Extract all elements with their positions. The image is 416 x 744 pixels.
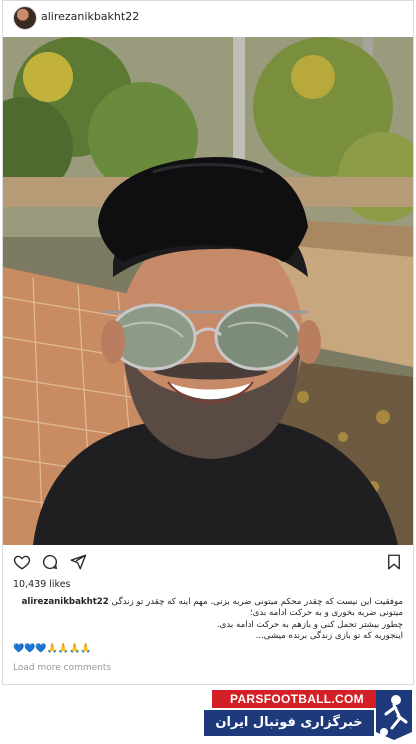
caption-username[interactable]: alirezanikbakht22	[22, 597, 109, 607]
send-icon[interactable]	[69, 553, 87, 571]
parsfootball-watermark: PARSFOOTBALL.COM خبرگزاری فوتبال ایران	[204, 688, 416, 744]
caption-emojis: 💙💙💙🙏🙏🙏🙏	[13, 644, 92, 654]
caption-line: چطور بیشتر تحمل کنی و بازهم به حرکت ادام…	[216, 619, 403, 630]
caption-line: موفقیت این نیست که چقدر محکم میتونی ضربه…	[11, 597, 403, 608]
watermark-site: PARSFOOTBALL.COM	[212, 690, 382, 708]
post-username[interactable]: alirezanikbakht22	[41, 10, 139, 23]
footballer-logo-icon	[376, 690, 412, 740]
caption-line: میتونی ضربه بخوری و به حرکت ادامه بدی؛	[249, 608, 403, 619]
heart-icon[interactable]	[13, 553, 31, 571]
like-count[interactable]: 10,439 likes	[13, 579, 71, 590]
post-photo[interactable]	[3, 37, 413, 545]
instagram-post: alirezanikbakht22 10,439 likes موفقیت ای…	[2, 0, 414, 685]
load-more-comments[interactable]: Load more comments	[13, 663, 111, 673]
caption-line: اینجوریه که تو بازی زندگی برنده میشی...	[255, 631, 403, 642]
avatar[interactable]	[13, 6, 37, 30]
comment-icon[interactable]	[41, 553, 59, 571]
watermark-title: خبرگزاری فوتبال ایران	[204, 710, 374, 736]
post-caption: موفقیت این نیست که چقدر محکم میتونی ضربه…	[11, 597, 403, 643]
bookmark-icon[interactable]	[385, 553, 403, 571]
post-actions	[3, 553, 413, 575]
post-header: alirezanikbakht22	[3, 1, 413, 35]
caption-text: موفقیت این نیست که چقدر محکم میتونی ضربه…	[111, 597, 403, 607]
